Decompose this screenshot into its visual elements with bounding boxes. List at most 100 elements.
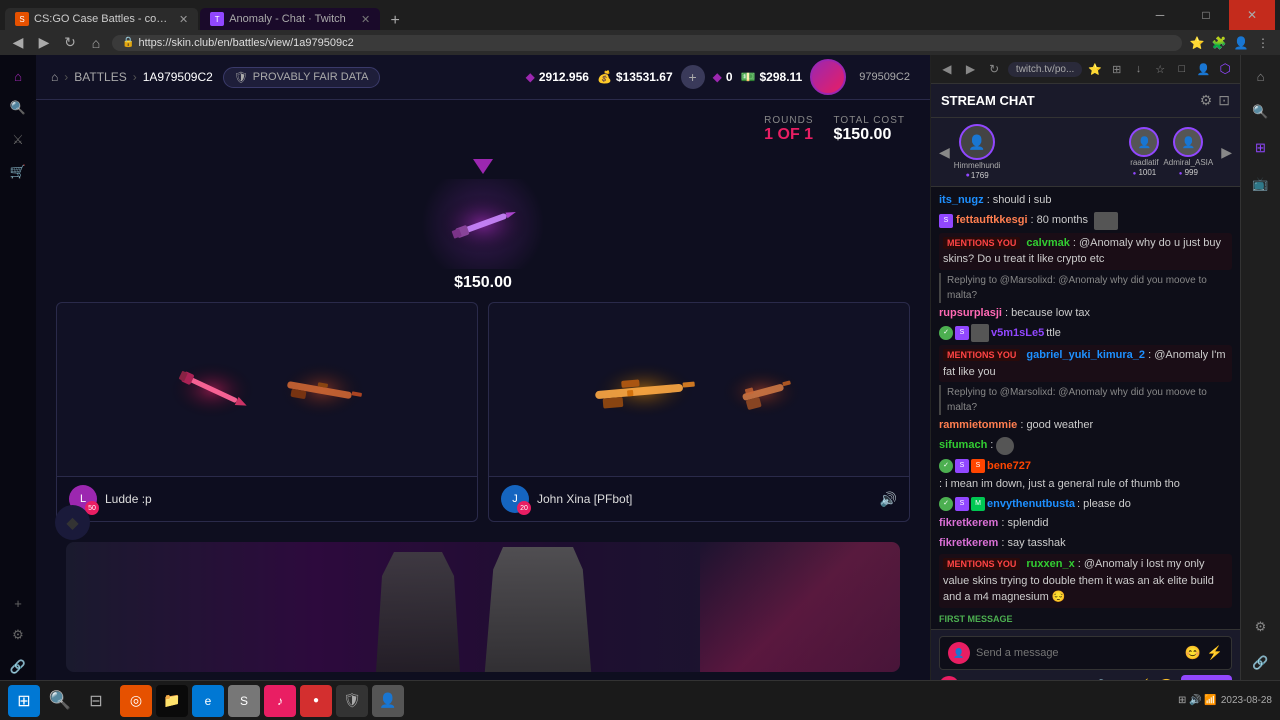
sidebar-add-icon[interactable]: +: [5, 590, 31, 616]
player2-level: 20: [517, 501, 531, 515]
sidebar-search-icon[interactable]: 🔍: [5, 95, 31, 121]
twitch-nav-icon6[interactable]: 👤: [1195, 60, 1213, 78]
tab2-close[interactable]: ✕: [361, 13, 370, 26]
chat-msg-14: FIRST MESSAGE philliphom : can you give …: [939, 611, 1232, 630]
sidebar-link-icon[interactable]: 🔗: [5, 654, 31, 680]
chat-gif-icon[interactable]: ⚡: [1207, 645, 1223, 661]
streamer-2[interactable]: 👤 raadlatif ● 1001: [1129, 127, 1159, 177]
taskbar-task-view[interactable]: ⊟: [80, 685, 112, 717]
extensions-icon[interactable]: 🧩: [1210, 34, 1228, 52]
streamer-3[interactable]: 👤 Admiral_ASIA ● 999: [1163, 127, 1213, 177]
sidebar-shop-icon[interactable]: 🛒: [5, 159, 31, 185]
bookmark-icon[interactable]: ⭐: [1188, 34, 1206, 52]
twitch-nav-icon3[interactable]: ↓: [1130, 60, 1148, 78]
minimize-button[interactable]: ─: [1137, 0, 1183, 30]
profile-icon[interactable]: 👤: [1232, 34, 1250, 52]
breadcrumb-home[interactable]: ⌂: [51, 70, 58, 84]
clock: 2023-08-28: [1221, 695, 1272, 706]
coins-value: $13531.67: [616, 70, 673, 84]
twitch-chrome-settings[interactable]: ⚙: [1248, 614, 1274, 640]
taskbar-edge[interactable]: e: [192, 685, 224, 717]
msg1-text: : should i sub: [987, 194, 1052, 206]
twitch-chat-panel: ◀ ▶ ↻ twitch.tv/po... ⭐ ⊞ ↓ ☆ □ 👤 ⬡ STRE…: [930, 55, 1240, 720]
chat-settings-icon[interactable]: ⚙: [1200, 92, 1213, 109]
chat-msg-1: its_nugz : should i sub: [939, 192, 1232, 209]
refresh-button[interactable]: ↻: [60, 33, 80, 53]
taskbar-app3[interactable]: 👤: [372, 685, 404, 717]
chat-msg-8: sifumach :: [939, 437, 1232, 455]
back-button[interactable]: ◀: [8, 33, 28, 53]
forward-button[interactable]: ▶: [34, 33, 54, 53]
taskbar-explorer[interactable]: 📁: [156, 685, 188, 717]
menu-icon[interactable]: ⋮: [1254, 34, 1272, 52]
twitch-nav-icon1[interactable]: ⭐: [1086, 60, 1104, 78]
chat-msg-7: Replying to @Marsolixd: @Anomaly why did…: [939, 385, 1232, 434]
provably-fair-badge[interactable]: 🛡 PROVABLY FAIR DATA: [223, 67, 380, 88]
twitch-nav-icon5[interactable]: □: [1173, 60, 1191, 78]
start-button[interactable]: ⊞: [8, 685, 40, 717]
sidebar-settings-icon[interactable]: ⚙: [5, 622, 31, 648]
player2-items: [489, 303, 909, 476]
twitch-nav-icon2[interactable]: ⊞: [1108, 60, 1126, 78]
twitch-nav-icon7[interactable]: ⬡: [1216, 60, 1234, 78]
player2-row: J 20 John Xina [PFbot] 🔊: [488, 302, 910, 522]
twitch-chrome-live[interactable]: 📺: [1248, 171, 1274, 197]
hero-accent: [700, 542, 900, 672]
first-msg-badge-14: FIRST MESSAGE: [939, 614, 1013, 624]
taskbar-app1[interactable]: ●: [300, 685, 332, 717]
streamers-next[interactable]: ▶: [1221, 144, 1232, 161]
twitch-refresh[interactable]: ↻: [984, 59, 1004, 79]
cost-value: $150.00: [834, 126, 906, 144]
msg7-reply: Replying to @Marsolixd: @Anomaly why did…: [939, 385, 1232, 415]
sidebar-battle-icon[interactable]: ⚔: [5, 127, 31, 153]
center-item-svg: [433, 189, 533, 259]
twitch-url[interactable]: twitch.tv/po...: [1008, 62, 1082, 77]
streamer-1[interactable]: 👤 Himmelhundi ● 1769: [954, 124, 1001, 180]
taskbar-steam[interactable]: S: [228, 685, 260, 717]
user-avatar[interactable]: [810, 59, 846, 95]
url-bar[interactable]: 🔒 https://skin.club/en/battles/view/1a97…: [112, 35, 1182, 51]
tab1-label: CS:GO Case Battles - comp...: [34, 13, 174, 25]
center-item-area: $150.00: [51, 149, 915, 297]
player1-items: [57, 303, 477, 476]
maximize-button[interactable]: □: [1183, 0, 1229, 30]
streamers-prev[interactable]: ◀: [939, 144, 950, 161]
chat-emote-icon[interactable]: 😊: [1185, 645, 1201, 661]
stat-fire: ◆ 0: [713, 70, 733, 84]
mentions-badge-6: MENTIONS YOU: [943, 349, 1020, 361]
msg1-user: its_nugz: [939, 194, 984, 206]
tab1-close[interactable]: ✕: [179, 13, 188, 26]
twitch-nav-icon4[interactable]: ☆: [1151, 60, 1169, 78]
chat-header: STREAM CHAT ⚙ ⊡: [931, 84, 1240, 118]
twitch-chrome-home[interactable]: ⌂: [1248, 63, 1274, 89]
twitch-back[interactable]: ◀: [937, 59, 957, 79]
twitch-chrome-link[interactable]: 🔗: [1248, 650, 1274, 676]
msg5-user: v5m1sLe5: [991, 325, 1044, 342]
breadcrumb-battles[interactable]: BATTLES: [74, 70, 126, 84]
gems-value: 2912.956: [539, 70, 589, 84]
user-menu[interactable]: [810, 59, 846, 95]
chat-message-input[interactable]: [976, 647, 1179, 659]
silhouette-2: [468, 547, 608, 672]
taskbar-search[interactable]: 🔍: [44, 685, 76, 717]
close-window-button[interactable]: ✕: [1229, 0, 1275, 30]
chat-popout-icon[interactable]: ⊡: [1218, 92, 1230, 109]
twitch-chrome-search[interactable]: 🔍: [1248, 99, 1274, 125]
add-funds-button[interactable]: +: [681, 65, 705, 89]
chat-msg-9: ✓ S S bene727 : i mean im down, just a g…: [939, 458, 1232, 493]
taskbar-spotify[interactable]: ♪: [264, 685, 296, 717]
twitch-forward[interactable]: ▶: [961, 59, 981, 79]
hero-silhouettes: [358, 542, 608, 672]
streamer1-count: ● 1769: [966, 171, 989, 180]
shield-icon: 🛡: [234, 71, 248, 84]
mentions-badge-3: MENTIONS YOU: [943, 237, 1020, 249]
new-tab-button[interactable]: +: [380, 12, 410, 30]
home-button[interactable]: ⌂: [86, 33, 106, 53]
browser-tab-twitch[interactable]: T Anomaly - Chat · Twitch ✕: [200, 8, 380, 30]
sidebar-home-icon[interactable]: ⌂: [5, 63, 31, 89]
taskbar-chrome[interactable]: ◎: [120, 685, 152, 717]
taskbar-app2[interactable]: 🛡: [336, 685, 368, 717]
cost-block: TOTAL COST $150.00: [834, 115, 906, 144]
twitch-chrome-browse[interactable]: ⊞: [1248, 135, 1274, 161]
browser-tab-skinclub[interactable]: S CS:GO Case Battles - comp... ✕: [5, 8, 198, 30]
